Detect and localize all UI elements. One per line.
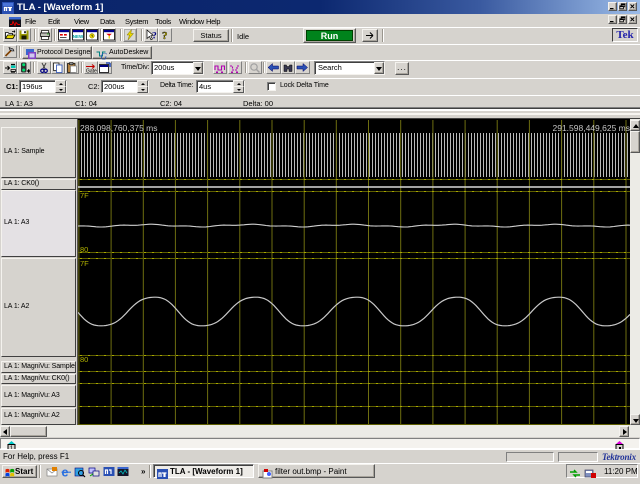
svg-text:Gate: Gate	[86, 69, 97, 75]
svg-text:80: 80	[80, 355, 88, 364]
svg-text:?: ?	[152, 32, 157, 42]
svg-text:?: ?	[162, 30, 168, 41]
svg-text:288.098,760,375 ms: 288.098,760,375 ms	[80, 123, 158, 133]
svg-text:80: 80	[80, 245, 88, 254]
svg-text:NEW: NEW	[73, 34, 84, 39]
svg-text:G: G	[101, 52, 108, 61]
svg-text:7F: 7F	[80, 259, 89, 268]
svg-text:291.598,449,625 ms: 291.598,449,625 ms	[552, 123, 630, 133]
svg-text:7F: 7F	[80, 191, 89, 200]
